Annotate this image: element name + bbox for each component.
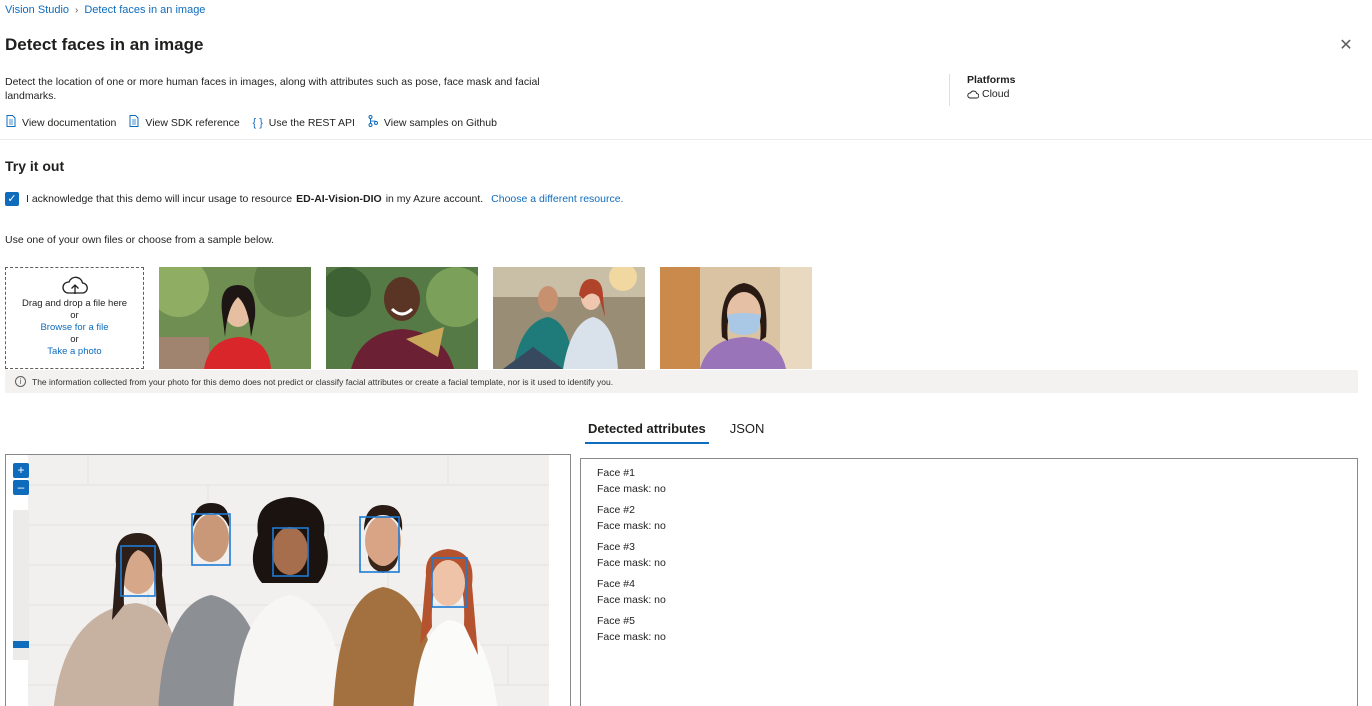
detected-attributes-panel: Face #1 Face mask: no Face #2 Face mask:… bbox=[580, 458, 1358, 706]
face-label: Face #4 bbox=[597, 578, 635, 590]
image-viewer[interactable]: + – bbox=[5, 454, 571, 706]
acknowledge-row: ✓ I acknowledge that this demo will incu… bbox=[5, 192, 623, 206]
tab-detected-attributes[interactable]: Detected attributes bbox=[585, 418, 709, 444]
instruction-text: Use one of your own files or choose from… bbox=[5, 234, 275, 246]
breadcrumb-vision-studio[interactable]: Vision Studio bbox=[5, 4, 69, 16]
resource-links: View documentation View SDK reference { … bbox=[5, 115, 497, 130]
face-result-4: Face #4 Face mask: no bbox=[597, 576, 1341, 608]
zoom-in-button[interactable]: + bbox=[13, 463, 29, 478]
close-icon[interactable]: ✕ bbox=[1338, 38, 1354, 54]
platforms-panel: Platforms Cloud bbox=[949, 74, 1015, 106]
zoom-slider-track[interactable] bbox=[13, 510, 29, 660]
link-label: View documentation bbox=[22, 116, 117, 129]
choose-resource-link[interactable]: Choose a different resource. bbox=[491, 193, 623, 205]
face-mask-value: Face mask: no bbox=[597, 594, 666, 606]
acknowledge-checkbox[interactable]: ✓ bbox=[5, 192, 19, 206]
zoom-out-button[interactable]: – bbox=[13, 480, 29, 495]
breadcrumb-current[interactable]: Detect faces in an image bbox=[84, 4, 205, 16]
ack-resource: ED-AI-Vision-DIO bbox=[296, 193, 382, 205]
face-mask-value: Face mask: no bbox=[597, 631, 666, 643]
platform-value: Cloud bbox=[982, 88, 1010, 100]
face-mask-value: Face mask: no bbox=[597, 557, 666, 569]
file-drop-zone[interactable]: Drag and drop a file here or Browse for … bbox=[5, 267, 144, 369]
link-label: View samples on Github bbox=[383, 116, 497, 129]
privacy-info-text: The information collected from your phot… bbox=[32, 376, 614, 387]
ack-suffix: in my Azure account. bbox=[385, 193, 484, 205]
or-text: or bbox=[70, 334, 79, 345]
breadcrumb: Vision Studio › Detect faces in an image bbox=[5, 4, 205, 16]
platform-cloud: Cloud bbox=[967, 88, 1015, 100]
cloud-upload-icon bbox=[6, 276, 143, 298]
sample-image-2[interactable] bbox=[326, 267, 478, 369]
use-rest-api-link[interactable]: { } Use the REST API bbox=[252, 115, 355, 130]
face-result-2: Face #2 Face mask: no bbox=[597, 502, 1341, 534]
link-label: View SDK reference bbox=[145, 116, 240, 129]
view-sdk-reference-link[interactable]: View SDK reference bbox=[128, 115, 240, 130]
page-title: Detect faces in an image bbox=[5, 35, 204, 54]
drag-drop-text: Drag and drop a file here bbox=[21, 298, 128, 309]
braces-icon: { } bbox=[252, 116, 263, 129]
tab-json[interactable]: JSON bbox=[727, 418, 768, 444]
face-label: Face #3 bbox=[597, 541, 635, 553]
face-label: Face #5 bbox=[597, 615, 635, 627]
face-mask-value: Face mask: no bbox=[597, 520, 666, 532]
page-description: Detect the location of one or more human… bbox=[5, 76, 540, 102]
face-label: Face #1 bbox=[597, 467, 635, 479]
zoom-slider-handle[interactable] bbox=[13, 641, 29, 648]
result-image bbox=[28, 455, 549, 706]
results-tabs: Detected attributes JSON bbox=[585, 418, 767, 444]
cloud-icon bbox=[967, 90, 979, 98]
face-mask-value: Face mask: no bbox=[597, 483, 666, 495]
browse-file-link[interactable]: Browse for a file bbox=[6, 322, 143, 334]
document-icon bbox=[5, 115, 17, 130]
view-documentation-link[interactable]: View documentation bbox=[5, 115, 116, 130]
face-label: Face #2 bbox=[597, 504, 635, 516]
sample-image-4[interactable] bbox=[660, 267, 812, 369]
platforms-title: Platforms bbox=[967, 74, 1016, 86]
try-it-title: Try it out bbox=[5, 158, 65, 174]
take-photo-link[interactable]: Take a photo bbox=[6, 346, 143, 358]
face-result-1: Face #1 Face mask: no bbox=[597, 465, 1341, 497]
divider bbox=[0, 139, 1372, 140]
privacy-info-bar: i The information collected from your ph… bbox=[5, 370, 1358, 393]
branch-icon bbox=[367, 115, 379, 130]
document-icon bbox=[128, 115, 140, 130]
ack-prefix: I acknowledge that this demo will incur … bbox=[26, 193, 293, 205]
sample-image-3[interactable] bbox=[493, 267, 645, 369]
link-label: Use the REST API bbox=[268, 116, 355, 129]
view-samples-github-link[interactable]: View samples on Github bbox=[367, 115, 497, 130]
sample-image-1[interactable] bbox=[159, 267, 311, 369]
or-text: or bbox=[70, 310, 79, 321]
face-result-5: Face #5 Face mask: no bbox=[597, 613, 1341, 645]
chevron-right-icon: › bbox=[75, 4, 79, 16]
face-result-3: Face #3 Face mask: no bbox=[597, 539, 1341, 571]
info-icon: i bbox=[15, 376, 26, 387]
